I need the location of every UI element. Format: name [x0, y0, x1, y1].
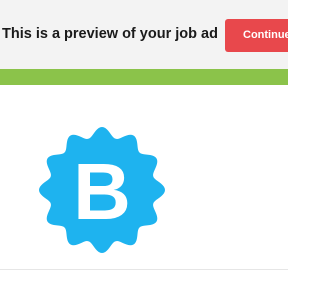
accent-stripe: [0, 69, 288, 85]
section-divider: [0, 269, 288, 270]
continue-button[interactable]: Continue: [225, 19, 288, 52]
job-ad-preview-page: This is a preview of your job ad Continu…: [0, 0, 288, 288]
preview-notice: This is a preview of your job ad: [2, 26, 218, 42]
preview-header: This is a preview of your job ad Continu…: [0, 0, 288, 69]
company-logo-badge-icon: B: [39, 127, 165, 253]
logo-letter: B: [73, 147, 131, 236]
